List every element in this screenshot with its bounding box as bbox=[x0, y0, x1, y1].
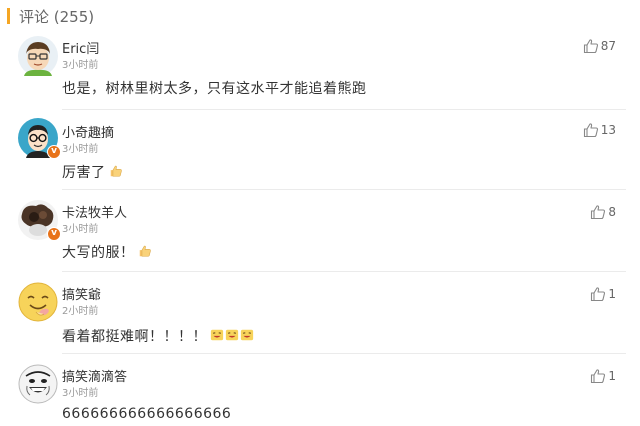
cartoon-boy-avatar-icon bbox=[18, 36, 58, 76]
avatar[interactable] bbox=[18, 282, 58, 322]
like-button[interactable]: 13 bbox=[583, 122, 616, 138]
comment-text: 厉害了 bbox=[62, 162, 123, 182]
comment-text-body: 666666666666666666 bbox=[62, 406, 232, 422]
comment-text-body: 厉害了 bbox=[62, 165, 106, 181]
comment-text: 也是，树林里树太多，只有这水平才能追着熊跑 bbox=[62, 78, 367, 98]
like-count: 13 bbox=[600, 123, 616, 137]
like-count: 1 bbox=[608, 287, 616, 301]
username[interactable]: Eric闫 bbox=[62, 38, 99, 57]
verified-badge-icon: v bbox=[47, 145, 61, 159]
meme-face-avatar-icon bbox=[18, 364, 58, 404]
timestamp: 3小时前 bbox=[62, 60, 99, 71]
like-button[interactable]: 1 bbox=[590, 286, 616, 302]
like-button[interactable]: 87 bbox=[583, 38, 616, 54]
username[interactable]: 搞笑爺 bbox=[62, 284, 101, 303]
username[interactable]: 小奇趣摘 bbox=[62, 122, 114, 141]
header-accent-bar bbox=[7, 8, 10, 24]
thumbs-up-icon bbox=[591, 205, 606, 220]
avatar[interactable]: v bbox=[18, 118, 61, 159]
username[interactable]: 搞笑滴滴答 bbox=[62, 366, 127, 385]
username[interactable]: 卡法牧羊人 bbox=[62, 202, 127, 221]
thumbs-up-emoji-icon bbox=[138, 244, 152, 262]
comment-item: 搞笑爺 2小时前 看着都挺难啊！！！！ 1 bbox=[0, 272, 640, 354]
like-button[interactable]: 1 bbox=[590, 368, 616, 384]
like-count: 1 bbox=[608, 369, 616, 383]
avatar[interactable] bbox=[18, 364, 58, 404]
thumbs-up-icon bbox=[591, 369, 606, 384]
verified-badge-icon: v bbox=[47, 227, 61, 241]
laughing-face-emoji-icon bbox=[210, 328, 224, 346]
thumbs-up-emoji-icon bbox=[109, 164, 123, 182]
laughing-face-emoji-icon bbox=[225, 328, 239, 346]
thumbs-up-icon bbox=[583, 123, 598, 138]
thumbs-up-icon bbox=[583, 39, 598, 54]
timestamp: 3小时前 bbox=[62, 224, 99, 235]
like-button[interactable]: 8 bbox=[590, 204, 616, 220]
comments-title: 评论 (255) bbox=[19, 8, 95, 26]
comment-text-body: 大写的服！ bbox=[62, 245, 135, 261]
laughing-face-avatar-icon bbox=[18, 282, 58, 322]
comment-text: 看着都挺难啊！！！！ bbox=[62, 326, 254, 346]
comments-header: 评论 (255) bbox=[0, 0, 640, 32]
avatar[interactable]: v bbox=[18, 200, 61, 241]
comment-item: v 小奇趣摘 3小时前 厉害了 13 bbox=[0, 110, 640, 190]
comment-item: Eric闫 3小时前 也是，树林里树太多，只有这水平才能追着熊跑 87 bbox=[0, 32, 640, 110]
like-count: 8 bbox=[608, 205, 616, 219]
comment-item: v 卡法牧羊人 3小时前 大写的服！ 8 bbox=[0, 190, 640, 272]
timestamp: 2小时前 bbox=[62, 306, 99, 317]
laughing-face-emoji-icon bbox=[240, 328, 254, 346]
thumbs-up-icon bbox=[591, 287, 606, 302]
timestamp: 3小时前 bbox=[62, 388, 99, 399]
comment-text-body: 看着都挺难啊！！！！ bbox=[62, 329, 207, 345]
comment-text: 大写的服！ bbox=[62, 242, 152, 262]
comment-text: 666666666666666666 bbox=[62, 406, 231, 422]
avatar[interactable] bbox=[18, 36, 58, 76]
timestamp: 3小时前 bbox=[62, 144, 99, 155]
comment-text-body: 也是，树林里树太多，只有这水平才能追着熊跑 bbox=[62, 81, 367, 97]
comment-item: 搞笑滴滴答 3小时前 666666666666666666 1 bbox=[0, 354, 640, 426]
like-count: 87 bbox=[600, 39, 616, 53]
